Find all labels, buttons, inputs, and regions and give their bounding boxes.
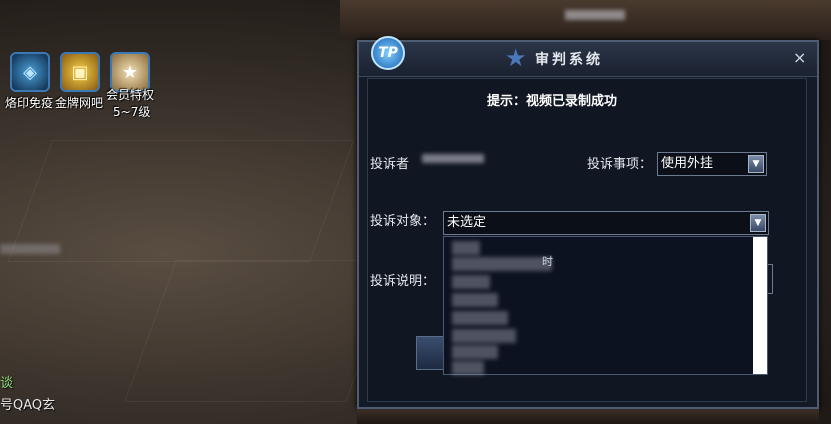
description-field[interactable] [768, 264, 773, 294]
complaint-item-value: 使用外挂 [661, 156, 714, 171]
list-item[interactable] [452, 275, 490, 289]
star-emblem-icon: ★ [505, 44, 527, 72]
brand-icon[interactable]: ◈ [10, 52, 50, 92]
chevron-down-icon[interactable]: ▼ [750, 214, 766, 232]
list-item[interactable] [452, 257, 552, 271]
building-backdrop [340, 0, 831, 40]
scrollbar[interactable] [753, 237, 767, 374]
target-value: 未选定 [447, 215, 487, 230]
buff-label: 烙印免疫 [5, 96, 54, 110]
blurred-name [565, 10, 625, 20]
list-item[interactable] [452, 345, 498, 359]
target-label: 投诉对象： [370, 214, 436, 229]
buff-sublabel: 5~7级 [113, 105, 151, 119]
target-select[interactable]: 未选定 ▼ [443, 211, 769, 235]
chat-line: 谈 [0, 376, 14, 391]
buff-label: 会员特权 [106, 88, 155, 102]
description-label: 投诉说明： [370, 274, 436, 289]
complaint-item-select[interactable]: 使用外挂 ▼ [657, 152, 767, 176]
tp-logo-icon: TP [371, 36, 405, 70]
complainant-name [422, 154, 484, 163]
gold-card-icon[interactable]: ▣ [60, 52, 100, 92]
list-item[interactable] [452, 293, 498, 307]
dialog-frame-bottom [357, 409, 819, 424]
list-item-text: 时 [542, 255, 553, 268]
list-item[interactable] [452, 311, 508, 325]
dialog-title: 审判系统 [535, 52, 603, 68]
list-item[interactable] [452, 241, 480, 255]
blurred-chat [0, 244, 60, 254]
target-dropdown-list[interactable]: 时 [443, 236, 768, 375]
submit-button[interactable] [416, 336, 444, 370]
status-message: 提示：视频已录制成功 [487, 94, 618, 109]
dialog-title-bar[interactable]: ★ 审判系统 × [359, 42, 817, 77]
list-item[interactable] [452, 361, 484, 375]
chat-line: 号QAQ玄 [0, 398, 56, 413]
complaint-item-label: 投诉事项： [587, 157, 653, 172]
complainant-label: 投诉者 [370, 157, 410, 172]
buff-label: 金牌网吧 [55, 96, 104, 110]
list-item[interactable] [452, 329, 516, 343]
chevron-down-icon[interactable]: ▼ [748, 155, 764, 173]
close-icon[interactable]: × [793, 48, 806, 67]
